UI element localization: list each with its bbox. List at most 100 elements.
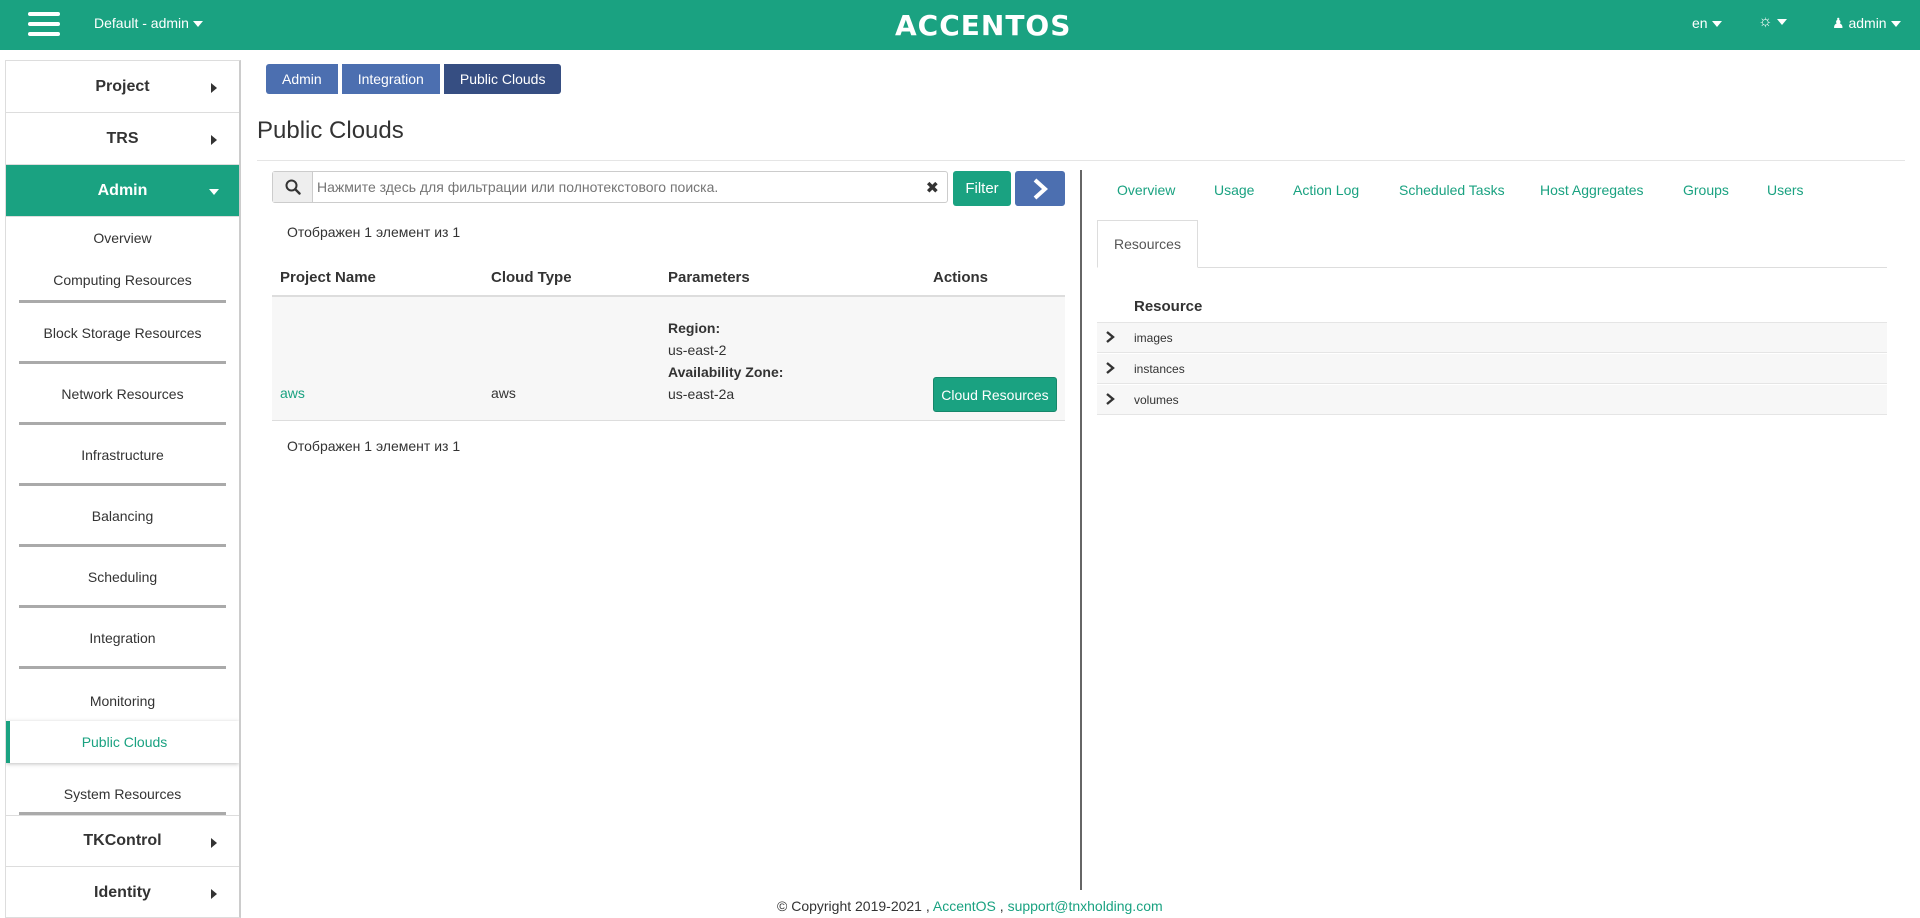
search-input[interactable]: [317, 172, 917, 202]
sidebar-item-label: Balancing: [91, 508, 154, 524]
tab-groups[interactable]: Groups: [1683, 182, 1729, 198]
public-clouds-table: Project Name Cloud Type Parameters Actio…: [272, 262, 1065, 421]
footer: © Copyright 2019-2021 , AccentOS , suppo…: [777, 898, 1163, 914]
chevron-right-icon: [211, 135, 217, 145]
sidebar-section-label: Project: [95, 77, 150, 95]
resource-label: instances: [1134, 362, 1185, 376]
sidebar-section-label: TKControl: [83, 832, 162, 849]
table-header: Project Name Cloud Type Parameters Actio…: [272, 262, 1065, 297]
item-count: Отображен 1 элемент из 1: [287, 438, 461, 454]
sidebar-item-label: Overview: [93, 230, 152, 246]
copyright-text: © Copyright 2019-2021 ,: [777, 898, 933, 914]
accentos-link[interactable]: AccentOS: [933, 898, 996, 914]
tab-resources[interactable]: Resources: [1097, 220, 1198, 268]
chevron-right-icon[interactable]: [1105, 393, 1115, 405]
sidebar-item-label: Scheduling: [87, 569, 158, 585]
sidebar-section-tkcontrol[interactable]: TKControl: [6, 815, 239, 867]
breadcrumb-item-integration[interactable]: Integration: [341, 64, 440, 94]
column-header-parameters[interactable]: Parameters: [668, 269, 750, 286]
user-menu[interactable]: ♟ admin: [1832, 15, 1901, 32]
sidebar-item-system-resources[interactable]: System Resources: [6, 763, 239, 815]
tab-host-aggregates[interactable]: Host Aggregates: [1540, 182, 1644, 198]
item-count: Отображен 1 элемент из 1: [287, 224, 461, 240]
sun-icon: ☼: [1758, 13, 1773, 30]
sidebar-item-label: Network Resources: [61, 386, 184, 402]
tab-overview[interactable]: Overview: [1117, 182, 1175, 198]
tab-users[interactable]: Users: [1767, 182, 1804, 198]
chevron-right-icon[interactable]: [1105, 331, 1115, 343]
search-icon: [273, 172, 313, 202]
resource-column-header: Resource: [1134, 298, 1203, 315]
resource-label: images: [1134, 331, 1173, 345]
search-box: ✖: [272, 171, 948, 203]
sidebar-section-admin[interactable]: Admin: [6, 165, 239, 217]
cloud-resources-button[interactable]: Cloud Resources: [933, 377, 1057, 412]
chevron-right-icon: [211, 838, 217, 848]
sidebar-section-trs[interactable]: TRS: [6, 113, 239, 165]
region-label: Region:: [668, 320, 721, 336]
sidebar-item-monitoring[interactable]: Monitoring: [6, 669, 239, 721]
sidebar-item-infrastructure[interactable]: Infrastructure: [6, 425, 239, 486]
theme-switcher[interactable]: ☼: [1758, 13, 1787, 31]
sidebar-item-computing-resources[interactable]: Computing Resources: [6, 259, 239, 303]
app-logo: ACCENTOS: [895, 9, 1072, 42]
chevron-down-icon: [1711, 21, 1722, 28]
sidebar-item-balancing[interactable]: Balancing: [6, 486, 239, 547]
column-header-project-name[interactable]: Project Name: [280, 269, 376, 286]
tab-usage[interactable]: Usage: [1214, 182, 1254, 198]
sidebar-item-integration[interactable]: Integration: [6, 608, 239, 669]
divider: [1097, 267, 1887, 268]
parameters-cell: Region: us-east-2 Availability Zone: us-…: [668, 317, 783, 405]
resource-label: volumes: [1134, 393, 1179, 407]
tab-scheduled-tasks[interactable]: Scheduled Tasks: [1399, 182, 1505, 198]
region-value: us-east-2: [668, 342, 727, 358]
resource-row-volumes[interactable]: volumes: [1097, 385, 1887, 415]
chevron-down-icon: [192, 21, 203, 28]
sidebar-section-label: TRS: [106, 129, 139, 147]
user-icon: ♟: [1832, 15, 1849, 31]
resource-row-images[interactable]: images: [1097, 323, 1887, 353]
project-switcher[interactable]: Default - admin: [94, 15, 203, 31]
support-email-link[interactable]: support@tnxholding.com: [1008, 898, 1163, 914]
footer-separator: ,: [995, 898, 1008, 914]
column-header-cloud-type[interactable]: Cloud Type: [491, 269, 572, 286]
sidebar-item-label: System Resources: [63, 786, 182, 802]
sidebar-item-label: Public Clouds: [81, 734, 168, 750]
tab-action-log[interactable]: Action Log: [1293, 182, 1359, 198]
sidebar-item-label: Infrastructure: [81, 447, 164, 463]
availability-zone-label: Availability Zone:: [668, 364, 784, 380]
panel-splitter[interactable]: [1080, 170, 1082, 890]
sidebar-section-label: Admin: [97, 181, 148, 199]
resource-row-instances[interactable]: instances: [1097, 354, 1887, 384]
sidebar-item-scheduling[interactable]: Scheduling: [6, 547, 239, 608]
availability-zone-value: us-east-2a: [668, 386, 735, 402]
breadcrumb-item-public-clouds[interactable]: Public Clouds: [443, 64, 562, 94]
sidebar-section-project[interactable]: Project: [6, 61, 239, 113]
chevron-right-icon[interactable]: [1105, 362, 1115, 374]
filter-button[interactable]: Filter: [953, 171, 1011, 206]
sidebar-item-network-resources[interactable]: Network Resources: [6, 364, 239, 425]
sidebar-section-identity[interactable]: Identity: [6, 867, 239, 917]
sidebar-item-overview[interactable]: Overview: [6, 217, 239, 259]
top-navbar: Default - admin ACCENTOS en ☼ ♟ admin: [0, 0, 1920, 50]
chevron-down-icon: [1890, 21, 1901, 28]
language-switcher[interactable]: en: [1692, 15, 1722, 31]
breadcrumb-item-admin[interactable]: Admin: [266, 64, 338, 94]
sidebar: Project TRS Admin Overview Computing Res…: [5, 60, 241, 918]
project-name-link[interactable]: aws: [280, 385, 305, 401]
sidebar-item-block-storage-resources[interactable]: Block Storage Resources: [6, 303, 239, 364]
sidebar-item-label: Block Storage Resources: [43, 325, 202, 341]
close-icon[interactable]: ✖: [926, 178, 939, 198]
cloud-type-cell: aws: [491, 385, 516, 401]
sidebar-section-label: Identity: [94, 883, 151, 901]
chevron-down-icon: [1776, 18, 1787, 25]
chevron-right-icon: [211, 83, 217, 93]
breadcrumb: Admin Integration Public Clouds: [266, 64, 565, 94]
project-switcher-label: Default - admin: [94, 15, 189, 31]
page-title: Public Clouds: [257, 117, 404, 144]
next-button[interactable]: [1015, 171, 1065, 206]
chevron-down-icon: [209, 189, 219, 195]
sidebar-item-public-clouds[interactable]: Public Clouds: [6, 721, 239, 763]
language-label: en: [1692, 15, 1708, 31]
menu-icon[interactable]: [28, 12, 60, 38]
